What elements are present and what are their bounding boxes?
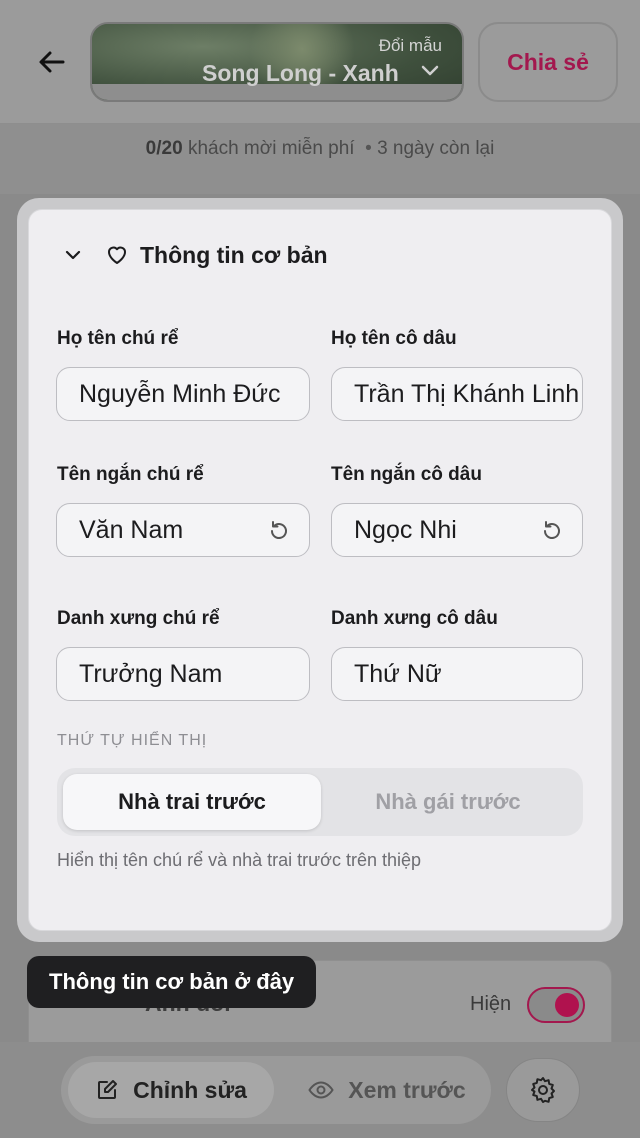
segment-bride-first[interactable]: Nhà gái trước: [319, 774, 577, 830]
separator: •: [365, 138, 372, 159]
groom-title-input[interactable]: Trưởng Nam: [56, 647, 310, 701]
onboarding-tooltip: Thông tin cơ bản ở đây: [27, 956, 317, 1008]
groom-full-name-label: Họ tên chú rể: [57, 328, 179, 349]
display-order-segmented-control: Nhà trai trước Nhà gái trước: [57, 768, 583, 836]
guest-quota: 0/20 khách mời miễn phí • 3 ngày còn lại: [0, 138, 640, 160]
section-header[interactable]: Thông tin cơ bản: [60, 234, 328, 276]
bride-title-label: Danh xưng cô dâu: [331, 608, 498, 629]
edit-icon: [98, 1080, 118, 1099]
edit-tab-label: Chỉnh sửa: [133, 1076, 247, 1103]
eye-icon: [308, 1081, 334, 1099]
edit-tab[interactable]: Chỉnh sửa: [68, 1062, 274, 1118]
preview-tab-label: Xem trước: [348, 1076, 466, 1103]
bride-title-input[interactable]: Thứ Nữ: [331, 647, 583, 701]
share-button[interactable]: Chia sẻ: [478, 22, 618, 102]
groom-title-label: Danh xưng chú rể: [57, 608, 220, 629]
preview-tab[interactable]: Xem trước: [292, 1062, 482, 1118]
heart-icon: [108, 246, 126, 264]
section-title: Thông tin cơ bản: [140, 241, 328, 268]
days-remaining: 3 ngày còn lại: [377, 138, 495, 159]
show-label: Hiện: [470, 993, 512, 1015]
chevron-down-icon: [65, 250, 81, 260]
groom-short-name-label: Tên ngắn chú rể: [57, 464, 204, 485]
segment-groom-first[interactable]: Nhà trai trước: [63, 774, 321, 830]
bride-full-name-label: Họ tên cô dâu: [331, 328, 457, 349]
show-toggle[interactable]: [527, 987, 585, 1023]
arrow-left-icon: [39, 51, 65, 73]
display-order-hint: Hiển thị tên chú rể và nhà trai trước tr…: [57, 850, 422, 870]
settings-button[interactable]: [506, 1058, 580, 1122]
reset-icon[interactable]: [540, 519, 564, 543]
gear-icon: [531, 1077, 555, 1103]
template-name: Song Long - Xanh: [202, 60, 399, 86]
bride-short-name-input[interactable]: Ngọc Nhi: [331, 503, 583, 557]
groom-full-name-input[interactable]: Nguyễn Minh Đức: [56, 367, 310, 421]
bride-full-name-input[interactable]: Trần Thị Khánh Linh: [331, 367, 583, 421]
display-order-label: THỨ TỰ HIỂN THỊ: [57, 732, 208, 749]
reset-icon[interactable]: [267, 519, 291, 543]
chevron-down-icon: [421, 65, 439, 76]
guest-text: khách mời miễn phí: [187, 138, 355, 159]
template-switch-button[interactable]: Đổi mẫu Song Long - Xanh: [90, 22, 464, 102]
groom-short-name-input[interactable]: Văn Nam: [56, 503, 310, 557]
change-template-label: Đổi mẫu: [378, 36, 442, 55]
bride-short-name-label: Tên ngắn cô dâu: [331, 464, 482, 485]
guest-count: 0/20: [145, 138, 183, 159]
back-button[interactable]: [30, 40, 74, 84]
